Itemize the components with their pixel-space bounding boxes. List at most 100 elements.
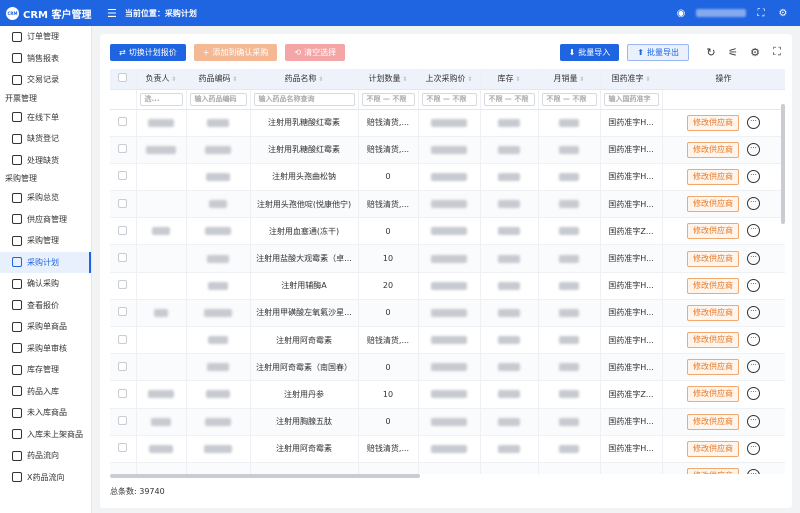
table-row[interactable]: 修改供应商 ··· (110, 462, 785, 474)
edit-supplier-button[interactable]: 修改供应商 (687, 413, 739, 430)
edit-supplier-button[interactable]: 修改供应商 (687, 386, 739, 403)
more-icon[interactable]: ··· (747, 169, 760, 183)
header-monthly-sales[interactable]: 月销量 ⇳ (538, 69, 601, 90)
table-row[interactable]: 注射用头孢曲松钠 0 国药准字H... 修改供应商 ··· (110, 163, 785, 192)
more-icon[interactable]: ··· (747, 278, 760, 292)
settings-icon[interactable]: ⚙ (776, 6, 790, 20)
edit-supplier-button[interactable]: 修改供应商 (687, 468, 739, 474)
edit-supplier-button[interactable]: 修改供应商 (687, 196, 739, 213)
table-row[interactable]: 注射用盐酸大观霉素（卓... 10 国药准字H... 修改供应商 ··· (110, 244, 785, 273)
row-checkbox[interactable] (110, 136, 137, 164)
sidebar-item-purchase-plan[interactable]: 采购计划 (0, 251, 91, 273)
sidebar-item-drug-inbound[interactable]: 药品入库 (0, 381, 91, 403)
edit-supplier-button[interactable]: 修改供应商 (687, 223, 739, 240)
edit-supplier-button[interactable]: 修改供应商 (687, 359, 739, 376)
add-to-confirm-button[interactable]: + 添加到确认采购 (193, 43, 278, 61)
batch-export-button[interactable]: ⬆ 批量导出 (627, 43, 689, 61)
row-checkbox[interactable] (110, 190, 137, 219)
row-checkbox[interactable] (110, 163, 137, 192)
row-checkbox[interactable] (110, 326, 137, 355)
header-stock[interactable]: 库存 ⇳ (480, 69, 539, 90)
more-icon[interactable]: ··· (747, 360, 760, 374)
fullscreen-icon[interactable]: ⛶ (754, 6, 768, 20)
table-row[interactable]: 注射用辅酶A 20 国药准字H... 修改供应商 ··· (110, 272, 785, 300)
filter-sliders-icon[interactable]: ⚟ (725, 44, 741, 60)
sidebar-item-sales-report[interactable]: 销售报表 (0, 48, 91, 70)
row-checkbox[interactable] (110, 244, 137, 273)
table-row[interactable]: 注射用丹参 10 国药准字Z... 修改供应商 ··· (110, 380, 785, 409)
row-checkbox[interactable] (110, 435, 137, 463)
table-row[interactable]: 注射用阿奇霉素（南国春） 0 国药准字H... 修改供应商 ··· (110, 353, 785, 382)
horizontal-scrollbar[interactable] (110, 474, 420, 478)
sidebar-item-confirm-purchase[interactable]: 确认采购 (0, 273, 91, 295)
row-checkbox[interactable] (110, 462, 137, 474)
table-row[interactable]: 注射用阿奇霉素 赔钱清货,... 国药准字H... 修改供应商 ··· (110, 326, 785, 355)
username[interactable] (696, 9, 746, 17)
sidebar-item-purchase-overview[interactable]: 采购总览 (0, 187, 91, 209)
row-checkbox[interactable] (110, 353, 137, 382)
refresh-icon[interactable]: ↻ (703, 44, 719, 60)
sidebar-item-drug-flow[interactable]: 药品流向 (0, 445, 91, 467)
vertical-scrollbar[interactable] (781, 104, 785, 224)
row-checkbox[interactable] (110, 299, 137, 328)
sidebar-item-purchase-order-goods[interactable]: 采购单商品 (0, 316, 91, 338)
sidebar-item-stockout-register[interactable]: 缺货登记 (0, 128, 91, 150)
table-row[interactable]: 注射用乳糖酸红霉素 赔钱清货,... 国药准字H... 修改供应商 ··· (110, 136, 785, 164)
sidebar-group-invoicing[interactable]: 开票管理 (0, 91, 91, 107)
sidebar-item-view-quotes[interactable]: 查看报价 (0, 295, 91, 317)
more-icon[interactable]: ··· (747, 142, 760, 156)
filter-code-input[interactable]: 输入药品编码 (189, 92, 247, 106)
row-checkbox[interactable] (110, 217, 137, 246)
filter-stock-range[interactable]: 不限 — 不限 (483, 92, 535, 106)
more-icon[interactable]: ··· (747, 305, 760, 319)
filter-monthly-sales-range[interactable]: 不限 — 不限 (541, 92, 597, 106)
header-plan-qty[interactable]: 计划数量 ⇳ (358, 69, 419, 90)
user-avatar-icon[interactable]: ◉ (674, 6, 688, 20)
header-code[interactable]: 药品编码 ⇳ (186, 69, 251, 90)
row-checkbox[interactable] (110, 408, 137, 436)
edit-supplier-button[interactable]: 修改供应商 (687, 277, 739, 294)
sidebar-item-inventory[interactable]: 库存管理 (0, 359, 91, 381)
edit-supplier-button[interactable]: 修改供应商 (687, 114, 739, 131)
sidebar-item-not-inbound[interactable]: 未入库商品 (0, 402, 91, 424)
edit-supplier-button[interactable]: 修改供应商 (687, 332, 739, 349)
filter-approval-input[interactable]: 输入国药准字 (603, 92, 659, 106)
edit-supplier-button[interactable]: 修改供应商 (687, 440, 739, 457)
sidebar-item-online-order[interactable]: 在线下单 (0, 107, 91, 129)
more-icon[interactable]: ··· (747, 469, 760, 474)
table-row[interactable]: 注射用甲磺酸左氧氟沙星... 0 国药准字H... 修改供应商 ··· (110, 299, 785, 328)
more-icon[interactable]: ··· (747, 224, 760, 238)
sidebar-item-purchase-order-review[interactable]: 采购单审核 (0, 338, 91, 360)
table-row[interactable]: 注射用阿奇霉素 赔钱清货,... 国药准字H... 修改供应商 ··· (110, 435, 785, 463)
more-icon[interactable]: ··· (747, 387, 760, 401)
table-row[interactable]: 注射用头孢他啶(悦康他宁) 赔钱清货,... 国药准字H... 修改供应商 ··· (110, 190, 785, 219)
sidebar-item-supplier-management[interactable]: 供应商管理 (0, 209, 91, 231)
edit-supplier-button[interactable]: 修改供应商 (687, 304, 739, 321)
more-icon[interactable]: ··· (747, 333, 760, 347)
header-owner[interactable]: 负责人 ⇳ (136, 69, 187, 90)
switch-quote-button[interactable]: ⇄ 切换计划报价 (110, 43, 186, 61)
gear-icon[interactable]: ⚙ (747, 44, 763, 60)
sidebar-item-purchase-management[interactable]: 采购管理 (0, 230, 91, 252)
table-row[interactable]: 注射用血塞通(冻干) 0 国药准字Z... 修改供应商 ··· (110, 217, 785, 246)
row-checkbox[interactable] (110, 109, 137, 137)
header-last-price[interactable]: 上次采购价 ⇳ (418, 69, 481, 90)
filter-plan-qty-range[interactable]: 不限 — 不限 (361, 92, 415, 106)
more-icon[interactable]: ··· (747, 115, 760, 129)
sidebar-group-purchasing[interactable]: 采购管理 (0, 171, 91, 187)
select-all-checkbox[interactable] (110, 69, 137, 90)
fullscreen-icon[interactable]: ⛶ (769, 44, 785, 60)
filter-owner-select[interactable]: 选... (139, 92, 183, 106)
edit-supplier-button[interactable]: 修改供应商 (687, 168, 739, 185)
edit-supplier-button[interactable]: 修改供应商 (687, 141, 739, 158)
clear-selection-button[interactable]: ⟲ 清空选择 (285, 43, 346, 61)
more-icon[interactable]: ··· (747, 197, 760, 211)
sidebar-item-inbound-not-shelved[interactable]: 入库未上架商品 (0, 424, 91, 446)
header-approval[interactable]: 国药准字 ⇳ (600, 69, 663, 90)
row-checkbox[interactable] (110, 380, 137, 409)
table-row[interactable]: 注射用乳糖酸红霉素 赔钱清货,... 国药准字H... 修改供应商 ··· (110, 109, 785, 137)
sidebar-item-handle-stockout[interactable]: 处理缺货 (0, 150, 91, 172)
filter-name-input[interactable]: 输入药品名称查询 (253, 92, 355, 106)
more-icon[interactable]: ··· (747, 414, 760, 428)
more-icon[interactable]: ··· (747, 251, 760, 265)
